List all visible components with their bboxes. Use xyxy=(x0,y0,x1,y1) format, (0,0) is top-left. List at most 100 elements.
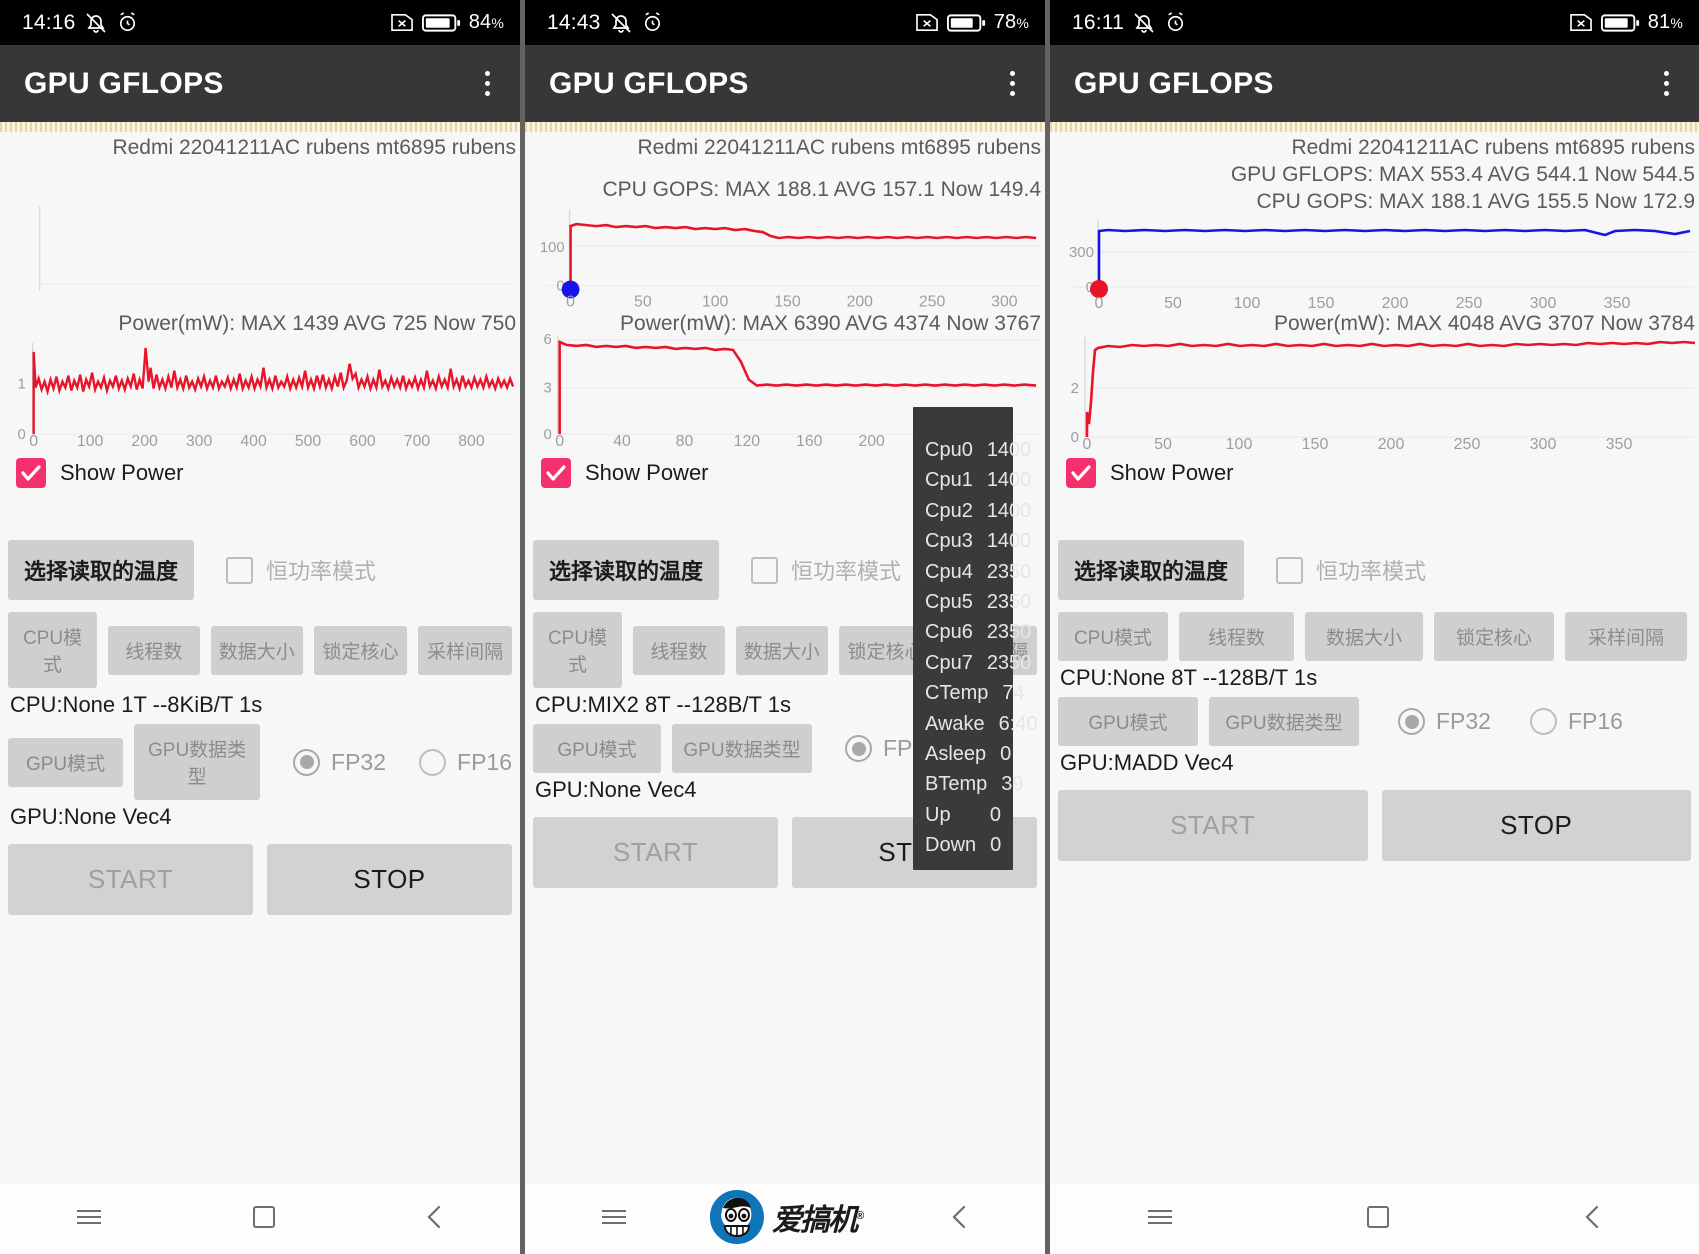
chart-area: Redmi 22041211AC rubens mt6895 rubens GP… xyxy=(1050,132,1699,861)
gpu-gflops-title: GPU GFLOPS: MAX 553.4 AVG 544.1 Now 544.… xyxy=(1230,163,1695,186)
const-power-label: 恒功率模式 xyxy=(1316,559,1427,584)
fp16-radio[interactable]: FP16 xyxy=(1529,708,1623,735)
thread-count-button[interactable]: 线程数 xyxy=(633,625,725,675)
gpu-mode-button[interactable]: GPU模式 xyxy=(1058,697,1198,746)
fp32-radio[interactable]: FP32 xyxy=(1398,708,1491,735)
tooltip-value: 1400 xyxy=(986,499,1032,522)
fp32-radio[interactable]: FP32 xyxy=(293,748,387,776)
svg-text:40: 40 xyxy=(613,433,631,447)
fp32-radio-dot[interactable] xyxy=(1398,708,1425,735)
mute-icon xyxy=(609,11,633,35)
no-sim-icon xyxy=(1569,12,1594,33)
sample-interval-button[interactable]: 采样间隔 xyxy=(1565,612,1687,661)
menu-icon[interactable] xyxy=(599,1205,629,1234)
chart-canvas[interactable]: 1 0 0 100 200 300 400 500 600 700 800 xyxy=(0,132,520,447)
home-icon[interactable] xyxy=(1365,1204,1391,1235)
svg-text:600: 600 xyxy=(349,433,376,447)
tooltip-row: Cpu1 1400 xyxy=(925,465,1031,495)
select-temperature-button[interactable]: 选择读取的温度 xyxy=(8,540,195,600)
fp16-radio-dot[interactable] xyxy=(419,748,447,776)
home-icon[interactable] xyxy=(251,1204,277,1235)
warning-strip xyxy=(0,122,520,132)
device-label: Redmi 22041211AC rubens mt6895 rubens xyxy=(637,136,1041,159)
start-stop-row: START STOP xyxy=(1050,782,1699,861)
fp16-radio-dot[interactable] xyxy=(1529,708,1557,735)
svg-text:3: 3 xyxy=(543,380,551,396)
fp32-radio-dot[interactable] xyxy=(845,735,872,762)
power-chart-title: Power(mW): MAX 6390 AVG 4374 Now 3767 xyxy=(620,312,1041,335)
phone-screen-2: 14:43 78% GPU GFLOPS Redmi 22041211AC ru… xyxy=(525,0,1050,1254)
start-button[interactable]: START xyxy=(533,817,778,888)
mute-icon xyxy=(1132,11,1156,35)
status-clock: 14:16 xyxy=(22,10,76,34)
cpu-mode-button[interactable]: CPU模式 xyxy=(533,612,623,688)
gpu-datatype-button[interactable]: GPU数据类型 xyxy=(672,724,812,773)
back-icon[interactable] xyxy=(949,1203,971,1236)
start-button[interactable]: START xyxy=(8,844,253,915)
svg-text:300: 300 xyxy=(186,433,213,447)
phone-screen-3: 16:11 81% GPU GFLOPS Redmi 22041211AC ru… xyxy=(1050,0,1699,1254)
tooltip-row: Cpu5 2350 xyxy=(925,587,1031,617)
stop-button[interactable]: STOP xyxy=(1381,790,1691,861)
const-power-checkbox[interactable] xyxy=(1276,556,1304,584)
svg-text:200: 200 xyxy=(1382,295,1409,312)
lock-core-button[interactable]: 锁定核心 xyxy=(313,625,408,675)
cpu-mode-button[interactable]: CPU模式 xyxy=(1058,612,1168,661)
device-label: Redmi 22041211AC rubens mt6895 rubens xyxy=(112,136,516,159)
tooltip-row: Awake 6:40 xyxy=(925,709,1038,739)
cpu-mode-button[interactable]: CPU模式 xyxy=(8,612,98,688)
gpu-mode-button[interactable]: GPU模式 xyxy=(533,724,661,773)
data-size-button[interactable]: 数据大小 xyxy=(1305,612,1423,661)
back-icon[interactable] xyxy=(1582,1203,1604,1236)
show-power-checkbox[interactable] xyxy=(16,458,46,488)
tooltip-key: Cpu1 xyxy=(925,469,973,492)
const-power-mode-row[interactable]: 恒功率模式 xyxy=(226,554,376,586)
data-size-button[interactable]: 数据大小 xyxy=(210,625,303,675)
tooltip-value: 2350 xyxy=(986,590,1032,613)
overflow-menu-icon[interactable] xyxy=(997,64,1027,104)
show-power-checkbox[interactable] xyxy=(541,458,571,488)
svg-text:0: 0 xyxy=(17,427,25,443)
lock-core-button[interactable]: 锁定核心 xyxy=(1434,612,1554,661)
back-icon[interactable] xyxy=(424,1203,446,1236)
app-bar: GPU GFLOPS xyxy=(0,45,520,122)
svg-text:250: 250 xyxy=(1456,295,1483,312)
const-power-mode-row[interactable]: 恒功率模式 xyxy=(1276,554,1426,586)
svg-text:700: 700 xyxy=(404,433,431,447)
select-temperature-button[interactable]: 选择读取的温度 xyxy=(533,540,720,600)
const-power-mode-row[interactable]: 恒功率模式 xyxy=(751,554,901,586)
sample-interval-button[interactable]: 采样间隔 xyxy=(418,625,512,675)
stop-button[interactable]: STOP xyxy=(267,844,512,915)
svg-text:200: 200 xyxy=(858,433,885,447)
start-button[interactable]: START xyxy=(1058,790,1368,861)
overflow-menu-icon[interactable] xyxy=(1651,64,1681,104)
chart-panel: Redmi 22041211AC rubens mt6895 rubens CP… xyxy=(525,132,1045,450)
select-temperature-button[interactable]: 选择读取的温度 xyxy=(1058,540,1245,600)
warning-strip xyxy=(1050,122,1699,132)
fp16-radio[interactable]: FP16 xyxy=(419,748,512,776)
overflow-menu-icon[interactable] xyxy=(472,64,502,104)
data-size-button[interactable]: 数据大小 xyxy=(735,625,828,675)
fp32-radio-dot[interactable] xyxy=(293,748,321,776)
menu-icon[interactable] xyxy=(1145,1205,1175,1234)
watermark: 爱搞机® xyxy=(707,1188,864,1246)
const-power-checkbox[interactable] xyxy=(226,556,254,584)
show-power-checkbox[interactable] xyxy=(1066,458,1096,488)
tooltip-key: Cpu0 xyxy=(925,439,973,461)
const-power-checkbox[interactable] xyxy=(751,556,779,584)
gpu-datatype-button[interactable]: GPU数据类型 xyxy=(1209,697,1359,746)
svg-text:250: 250 xyxy=(919,293,946,310)
svg-text:100: 100 xyxy=(77,433,104,447)
thread-count-button[interactable]: 线程数 xyxy=(1179,612,1294,661)
show-power-row[interactable]: Show Power xyxy=(1050,450,1699,488)
tooltip-row: Up 0 xyxy=(925,800,1001,830)
svg-text:250: 250 xyxy=(1454,436,1481,450)
thread-count-button[interactable]: 线程数 xyxy=(108,625,200,675)
menu-icon[interactable] xyxy=(74,1205,104,1234)
gpu-datatype-button[interactable]: GPU数据类型 xyxy=(134,724,261,800)
status-clock: 14:43 xyxy=(547,10,601,34)
gpu-mode-button[interactable]: GPU模式 xyxy=(8,737,124,787)
fp32-label: FP32 xyxy=(331,748,387,775)
svg-text:50: 50 xyxy=(1154,436,1172,450)
show-power-row[interactable]: Show Power xyxy=(0,450,520,488)
